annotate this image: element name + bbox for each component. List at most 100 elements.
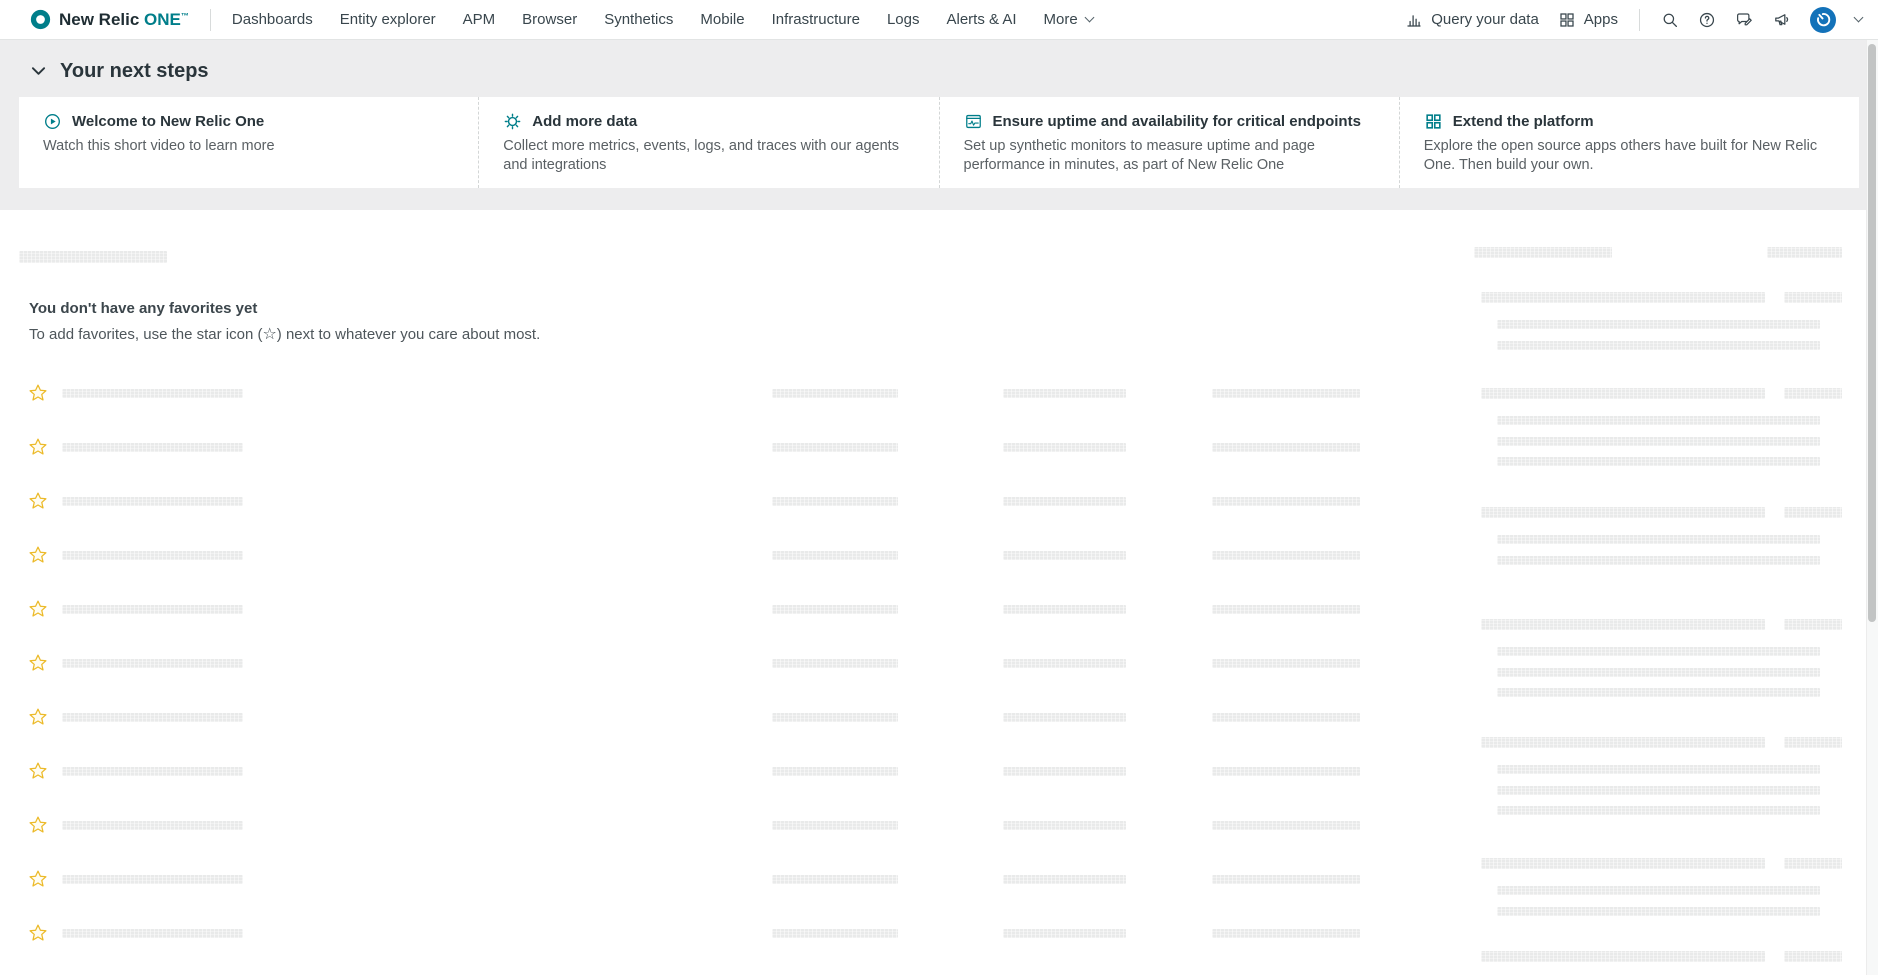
favorite-row-skeleton	[0, 745, 1420, 799]
skeleton-bar	[62, 605, 243, 614]
star-icon[interactable]	[28, 437, 48, 457]
skeleton-bar	[1212, 497, 1360, 506]
query-your-data-button[interactable]: Query your data	[1405, 11, 1539, 29]
skeleton-bar	[1474, 247, 1612, 258]
star-icon[interactable]	[28, 491, 48, 511]
chevron-down-icon	[1084, 13, 1094, 23]
skeleton-bar	[1497, 688, 1820, 697]
card-ensure-uptime[interactable]: Ensure uptime and availability for criti…	[939, 97, 1399, 188]
skeleton-bar	[772, 551, 898, 560]
star-icon[interactable]	[28, 599, 48, 619]
collapse-chevron-icon[interactable]	[31, 66, 46, 76]
skeleton-bar	[1212, 713, 1360, 722]
star-icon[interactable]	[28, 383, 48, 403]
feedback-icon[interactable]	[1735, 11, 1753, 29]
search-icon[interactable]	[1661, 11, 1679, 29]
skeleton-bar	[1481, 292, 1765, 303]
skeleton-bar	[1784, 292, 1842, 303]
star-icon[interactable]	[28, 653, 48, 673]
skeleton-bar	[1212, 443, 1360, 452]
nav-item-dashboards[interactable]: Dashboards	[232, 11, 313, 28]
skeleton-bar	[1003, 443, 1126, 452]
help-icon[interactable]	[1698, 11, 1716, 29]
skeleton-bar	[1212, 875, 1360, 884]
nav-item-alerts-ai[interactable]: Alerts & AI	[946, 11, 1016, 28]
star-icon[interactable]	[28, 545, 48, 565]
nav-item-entity-explorer[interactable]: Entity explorer	[340, 11, 436, 28]
skeleton-bar	[1003, 767, 1126, 776]
nav-item-synthetics[interactable]: Synthetics	[604, 11, 673, 28]
nav-item-browser[interactable]: Browser	[522, 11, 577, 28]
star-icon[interactable]	[28, 761, 48, 781]
star-icon[interactable]	[28, 707, 48, 727]
nav-right: Query your data Apps	[1405, 7, 1862, 33]
skeleton-bar	[62, 767, 243, 776]
nav-divider	[1639, 9, 1640, 31]
nav-item-infrastructure[interactable]: Infrastructure	[772, 11, 860, 28]
favorite-row-skeleton	[0, 583, 1420, 637]
star-icon[interactable]	[28, 815, 48, 835]
favorites-empty-hint: To add favorites, use the star icon (☆) …	[29, 324, 540, 344]
favorite-row-skeleton	[0, 475, 1420, 529]
top-nav: New Relic ONE™ Dashboards Entity explorer…	[0, 0, 1878, 40]
skeleton-bar	[1497, 907, 1820, 916]
skeleton-bar	[772, 659, 898, 668]
next-steps-title: Your next steps	[60, 60, 209, 83]
skeleton-bar	[62, 659, 243, 668]
skeleton-bar	[1497, 806, 1820, 815]
next-steps-cards: Welcome to New Relic One Watch this shor…	[19, 97, 1859, 188]
announcements-icon[interactable]	[1772, 10, 1791, 29]
skeleton-bar	[1481, 737, 1765, 748]
star-icon[interactable]	[28, 923, 48, 943]
sidebar-skeleton	[1470, 210, 1858, 975]
star-icon[interactable]	[28, 869, 48, 889]
nav-divider	[210, 9, 211, 31]
skeleton-bar	[62, 443, 243, 452]
skeleton-bar	[1481, 388, 1765, 399]
nav-item-logs[interactable]: Logs	[887, 11, 920, 28]
nav-item-apm[interactable]: APM	[463, 11, 496, 28]
skeleton-bar	[1497, 341, 1820, 350]
bar-chart-icon	[1405, 11, 1423, 29]
star-glyph: ☆	[262, 326, 276, 343]
skeleton-bar	[772, 821, 898, 830]
skeleton-bar	[1497, 535, 1820, 544]
favorite-row-skeleton	[0, 529, 1420, 583]
skeleton-bar	[772, 875, 898, 884]
uptime-monitor-icon	[964, 112, 983, 131]
skeleton-bar	[1212, 551, 1360, 560]
skeleton-bar	[1003, 551, 1126, 560]
skeleton-bar	[1212, 821, 1360, 830]
skeleton-bar	[772, 389, 898, 398]
skeleton-bar	[1784, 507, 1842, 518]
skeleton-bar	[772, 497, 898, 506]
apps-grid-icon	[1558, 11, 1576, 29]
skeleton-bar	[62, 929, 243, 938]
skeleton-bar	[62, 713, 243, 722]
skeleton-bar	[62, 497, 243, 506]
extend-grid-icon	[1424, 112, 1443, 131]
play-circle-icon	[43, 112, 62, 131]
scrollbar-thumb[interactable]	[1868, 44, 1876, 622]
skeleton-bar	[1497, 320, 1820, 329]
brand-name: New Relic ONE™	[59, 10, 189, 30]
card-welcome[interactable]: Welcome to New Relic One Watch this shor…	[19, 97, 478, 188]
skeleton-bar	[772, 929, 898, 938]
new-relic-logo[interactable]: New Relic ONE™	[30, 9, 189, 30]
skeleton-bar	[1003, 659, 1126, 668]
skeleton-bar	[1003, 929, 1126, 938]
apps-button[interactable]: Apps	[1558, 11, 1618, 29]
main-content: You don't have any favorites yet To add …	[0, 210, 1878, 975]
skeleton-bar	[1212, 767, 1360, 776]
gear-icon	[503, 112, 522, 131]
card-add-more-data[interactable]: Add more data Collect more metrics, even…	[478, 97, 938, 188]
card-extend-platform[interactable]: Extend the platform Explore the open sou…	[1399, 97, 1859, 188]
nav-item-mobile[interactable]: Mobile	[700, 11, 744, 28]
skeleton-bar	[1497, 668, 1820, 677]
nav-item-more[interactable]: More	[1044, 11, 1093, 28]
scrollbar-track[interactable]	[1866, 40, 1878, 975]
account-chevron-down-icon[interactable]	[1854, 13, 1864, 23]
favorites-empty-title: You don't have any favorites yet	[29, 300, 257, 317]
skeleton-bar	[1212, 605, 1360, 614]
user-avatar[interactable]	[1810, 7, 1836, 33]
